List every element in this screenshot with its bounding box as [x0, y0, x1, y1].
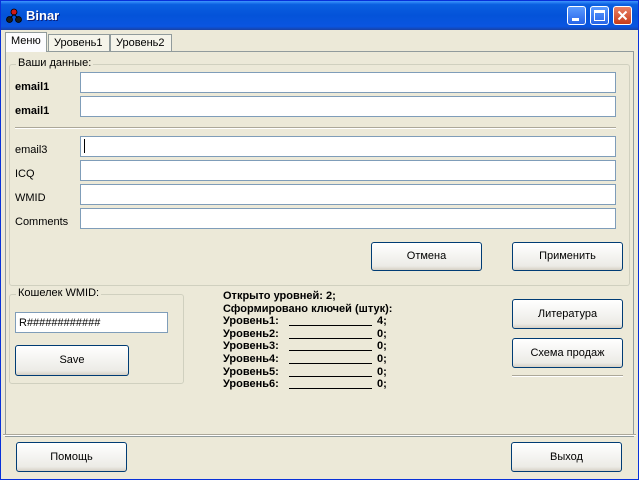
help-button[interactable]: Помощь — [16, 442, 127, 472]
level-value: 0; — [377, 340, 387, 353]
email3-field[interactable] — [80, 136, 616, 157]
tab-level2[interactable]: Уровень2 — [110, 34, 172, 51]
minimize-button[interactable] — [567, 6, 586, 25]
apply-button[interactable]: Применить — [512, 242, 623, 271]
maximize-button[interactable] — [590, 6, 609, 25]
level-label: Уровень2: — [223, 327, 279, 340]
maximize-icon — [594, 10, 605, 21]
icq-label: ICQ — [15, 168, 35, 180]
keys-formed-text: Сформировано ключей (штук): — [223, 302, 393, 315]
level-label: Уровень5: — [223, 365, 279, 378]
email1-label: email1 — [15, 81, 50, 93]
level-underline — [289, 350, 372, 352]
app-icon — [6, 8, 22, 23]
email2-label: email1 — [15, 105, 50, 117]
level-label: Уровень4: — [223, 352, 279, 365]
text-caret — [84, 139, 85, 153]
close-icon — [617, 10, 628, 21]
level-underline — [289, 325, 372, 327]
wmid-label: WMID — [15, 192, 46, 204]
wallet-group-label: Кошелек WMID: — [16, 287, 102, 299]
level-row: Уровень6: 0; — [223, 378, 392, 391]
side-divider — [512, 375, 623, 377]
level-label: Уровень1: — [223, 315, 279, 328]
level-value: 4; — [377, 315, 387, 328]
footer-divider — [3, 434, 636, 436]
level-underline — [289, 388, 372, 390]
minimize-icon — [572, 18, 579, 21]
email1-field[interactable] — [80, 72, 616, 93]
level-value: 0; — [377, 365, 387, 378]
level-row: Уровень5: 0; — [223, 366, 392, 379]
level-row: Уровень2: 0; — [223, 328, 392, 341]
level-label: Уровень6: — [223, 378, 279, 391]
level-underline — [289, 362, 372, 364]
exit-button[interactable]: Выход — [511, 442, 622, 472]
comments-label: Comments — [15, 216, 69, 228]
level-label: Уровень3: — [223, 340, 279, 353]
cancel-button[interactable]: Отмена — [371, 242, 482, 271]
email2-field[interactable] — [80, 96, 616, 117]
literature-button[interactable]: Литература — [512, 299, 623, 329]
user-data-group-label: Ваши данные: — [16, 57, 94, 69]
level-underline — [289, 375, 372, 377]
level-row: Уровень1: 4; — [223, 315, 392, 328]
comments-field[interactable] — [80, 208, 616, 229]
icq-field[interactable] — [80, 160, 616, 181]
app-window: Binar Меню Уровень1 Уровень2 Ваши данные… — [0, 0, 639, 480]
tab-level1[interactable]: Уровень1 — [48, 34, 110, 51]
save-button[interactable]: Save — [15, 345, 129, 376]
window-title: Binar — [26, 8, 60, 23]
level-row: Уровень4: 0; — [223, 353, 392, 366]
close-button[interactable] — [613, 6, 632, 25]
level-underline — [289, 337, 372, 339]
level-value: 0; — [377, 378, 387, 391]
level-value: 0; — [377, 327, 387, 340]
level-row: Уровень3: 0; — [223, 340, 392, 353]
opened-levels-text: Открыто уровней: 2; — [223, 290, 336, 302]
level-stats: Открыто уровней: 2; Сформировано ключей … — [223, 290, 392, 391]
divider — [15, 127, 616, 129]
sales-scheme-button[interactable]: Схема продаж — [512, 338, 623, 368]
title-bar[interactable]: Binar — [1, 1, 638, 30]
wallet-wmid-field[interactable] — [15, 312, 168, 333]
level-value: 0; — [377, 352, 387, 365]
email3-label: email3 — [15, 144, 48, 156]
tab-menu[interactable]: Меню — [5, 32, 47, 52]
wmid-field[interactable] — [80, 184, 616, 205]
